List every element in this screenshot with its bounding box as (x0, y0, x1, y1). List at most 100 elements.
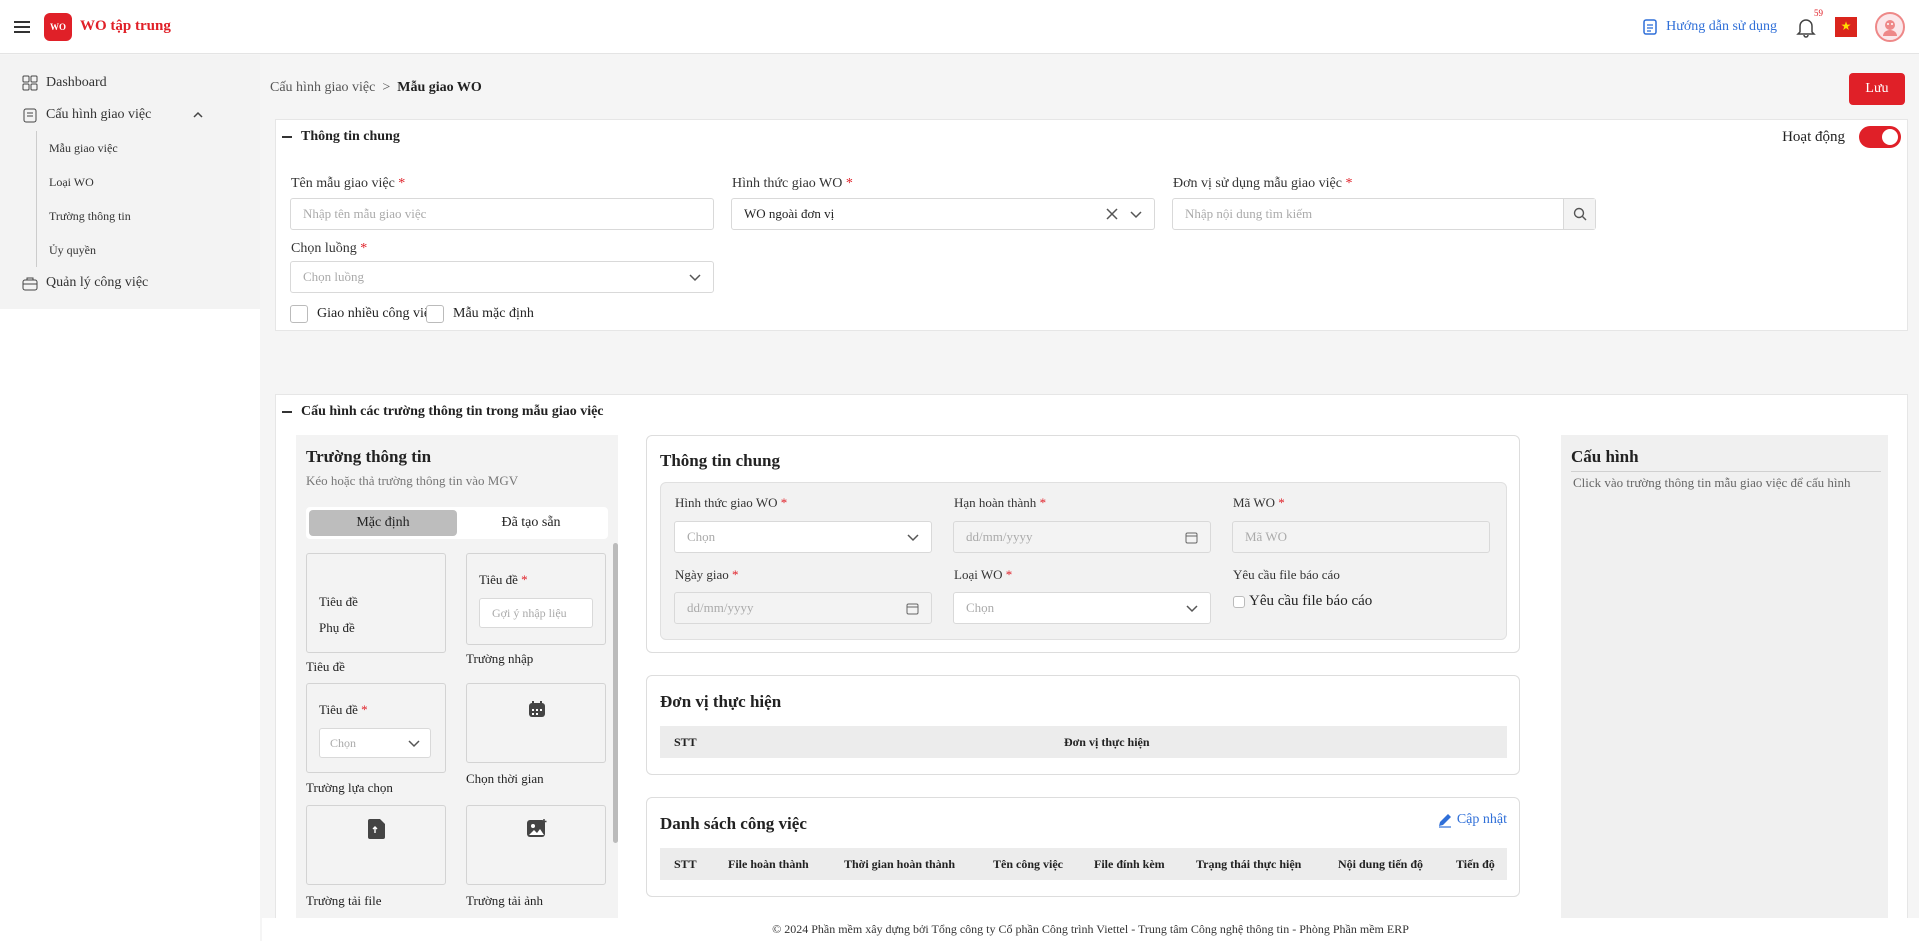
search-icon (1573, 207, 1586, 221)
chevron-up-icon[interactable] (192, 109, 204, 121)
sidebar-item-task-config[interactable]: Cấu hình giao việc (0, 99, 260, 131)
title-field-tile[interactable]: Tiêu đề Phụ đề (306, 553, 446, 653)
column-header: Trạng thái thực hiện (1196, 856, 1302, 871)
sidebar-subitem-info-fields[interactable]: Trường thông tin (37, 199, 260, 233)
top-bar: WO WO tập trung Hướng dẫn sử dụng 59 ★ (0, 0, 1919, 54)
sidebar-subitem-task-template[interactable]: Mẫu giao việc (37, 131, 260, 165)
input-field-tile[interactable]: Tiêu đề * Gợi ý nhập liệu (466, 553, 606, 645)
notification-button[interactable]: 59 (1795, 8, 1823, 38)
tile-select-preview: Chọn (319, 728, 431, 758)
update-label: Cập nhật (1456, 812, 1507, 827)
multi-task-checkbox[interactable]: Giao nhiều công việc (290, 305, 436, 323)
pv-report-file-checkbox[interactable]: Yêu cầu file báo cáo (1233, 593, 1372, 610)
app-title[interactable]: WO tập trung (80, 18, 171, 35)
date-field-tile[interactable] (466, 683, 606, 763)
sidebar-submenu: Mẫu giao việc Loại WO Trường thông tin Ủ… (36, 131, 260, 267)
preview-general-fields: Hình thức giao WO * Chọn Hạn hoàn thành … (660, 482, 1507, 640)
collapse-icon[interactable] (282, 136, 292, 138)
pv-wo-code-input[interactable]: Mã WO (1232, 521, 1490, 553)
template-name-input[interactable]: Nhập tên mẫu giao việc (290, 198, 714, 230)
status-toggle-group: Hoạt động (1782, 126, 1901, 148)
clipboard-icon (23, 108, 37, 123)
default-template-checkbox[interactable]: Mẫu mặc định (426, 305, 534, 323)
breadcrumb-separator: > (382, 80, 391, 95)
tile-caption: Trường tải file (306, 893, 382, 908)
pv-assign-date-input[interactable]: dd/mm/yyyy (674, 592, 932, 624)
search-button[interactable] (1563, 199, 1595, 229)
column-header: File hoàn thành (728, 856, 809, 871)
calendar-icon (529, 701, 545, 717)
config-panel-title: Cấu hình (1571, 447, 1639, 466)
flow-select[interactable]: Chọn luồng (290, 261, 714, 293)
image-upload-icon (527, 819, 547, 837)
clear-icon[interactable] (1106, 208, 1118, 220)
calendar-icon (906, 603, 919, 614)
unit-search-input[interactable]: Nhập nội dung tìm kiếm (1172, 198, 1596, 230)
save-button[interactable]: Lưu (1849, 73, 1905, 105)
chevron-down-icon (408, 740, 420, 748)
unit-label: Đơn vị sử dụng mẫu giao việc * (1173, 176, 1353, 191)
checkbox-label: Giao nhiều công việc (317, 306, 437, 321)
column-header: Đơn vị thực hiện (1064, 734, 1150, 749)
chevron-down-icon[interactable] (1130, 208, 1142, 220)
tab-trained[interactable]: Đã tạo sẵn (457, 510, 605, 536)
file-upload-tile[interactable] (306, 805, 446, 885)
config-panel: Cấu hình Click vào trường thông tin mẫu … (1561, 435, 1888, 919)
general-info-card: Thông tin chung Hoạt động Tên mẫu giao v… (275, 119, 1908, 331)
footer: © 2024 Phần mềm xây dựng bởi Tổng công t… (262, 918, 1919, 941)
pv-wo-type-select[interactable]: Chọn (953, 592, 1211, 624)
pv-wo-code-label: Mã WO * (1233, 495, 1285, 510)
edit-icon (1438, 814, 1451, 828)
briefcase-icon (22, 277, 38, 291)
select-field-tile[interactable]: Tiêu đề * Chọn (306, 683, 446, 773)
tile-label: Tiêu đề * (319, 702, 368, 717)
pv-wo-form-label: Hình thức giao WO * (675, 495, 788, 510)
vietnam-flag-icon[interactable]: ★ (1835, 16, 1857, 37)
collapse-icon[interactable] (282, 411, 292, 413)
palette-scrollbar[interactable] (613, 543, 618, 843)
column-header: STT (674, 734, 697, 749)
pv-report-file-label: Yêu cầu file báo cáo (1233, 567, 1340, 582)
field-config-header[interactable]: Cấu hình các trường thông tin trong mẫu … (276, 395, 1907, 429)
fields-palette: Trường thông tin Kéo hoặc thả trường thô… (296, 435, 618, 919)
menu-icon[interactable] (14, 20, 30, 33)
calendar-icon (1185, 532, 1198, 543)
avatar[interactable] (1875, 11, 1905, 42)
sidebar-item-label: Cấu hình giao việc (46, 107, 152, 122)
dashboard-icon (22, 75, 38, 91)
field-config-card: Cấu hình các trường thông tin trong mẫu … (275, 394, 1908, 919)
wo-form-select[interactable]: WO ngoài đơn vị (731, 198, 1155, 230)
user-guide-label: Hướng dẫn sử dụng (1666, 18, 1777, 34)
tile-caption: Tiêu đề (306, 659, 345, 674)
sidebar-item-task-management[interactable]: Quản lý công việc (0, 267, 260, 299)
status-label: Hoạt động (1782, 128, 1845, 145)
tasks-table-header: STT File hoàn thành Thời gian hoàn thành… (660, 848, 1507, 880)
pv-deadline-input[interactable]: dd/mm/yyyy (953, 521, 1211, 553)
bell-icon (1796, 18, 1816, 38)
sidebar-subitem-wo-type[interactable]: Loại WO (37, 165, 260, 199)
section-title: Thông tin chung (301, 129, 400, 144)
update-button[interactable]: Cập nhật (1437, 812, 1507, 828)
status-toggle[interactable] (1859, 126, 1901, 148)
general-info-header[interactable]: Thông tin chung (276, 120, 1907, 154)
chevron-down-icon (689, 274, 701, 282)
tile-input-preview: Gợi ý nhập liệu (479, 598, 593, 628)
sidebar-menu: Dashboard Cấu hình giao việc Mẫu giao vi… (0, 55, 260, 309)
pv-wo-form-select[interactable]: Chọn (674, 521, 932, 553)
app-logo[interactable]: WO (44, 12, 72, 41)
sidebar-subitem-authorization[interactable]: Ủy quyền (37, 233, 260, 267)
tab-default[interactable]: Mặc định (309, 510, 457, 536)
checkbox-box[interactable] (426, 305, 444, 323)
user-guide-link[interactable]: Hướng dẫn sử dụng (1642, 19, 1777, 35)
image-upload-tile[interactable] (466, 805, 606, 885)
fields-tab-switch: Mặc định Đã tạo sẵn (306, 507, 608, 539)
user-avatar-icon (1883, 19, 1897, 36)
sidebar-item-dashboard[interactable]: Dashboard (0, 67, 260, 99)
preview-units-card: Đơn vị thực hiện STT Đơn vị thực hiện (646, 675, 1520, 775)
breadcrumb-parent[interactable]: Cấu hình giao việc (270, 80, 375, 95)
units-table-header: STT Đơn vị thực hiện (660, 726, 1507, 758)
checkbox-box[interactable] (1233, 595, 1245, 608)
checkbox-box[interactable] (290, 305, 308, 323)
column-header: STT (674, 856, 697, 871)
column-header: Tiến độ (1456, 856, 1495, 871)
